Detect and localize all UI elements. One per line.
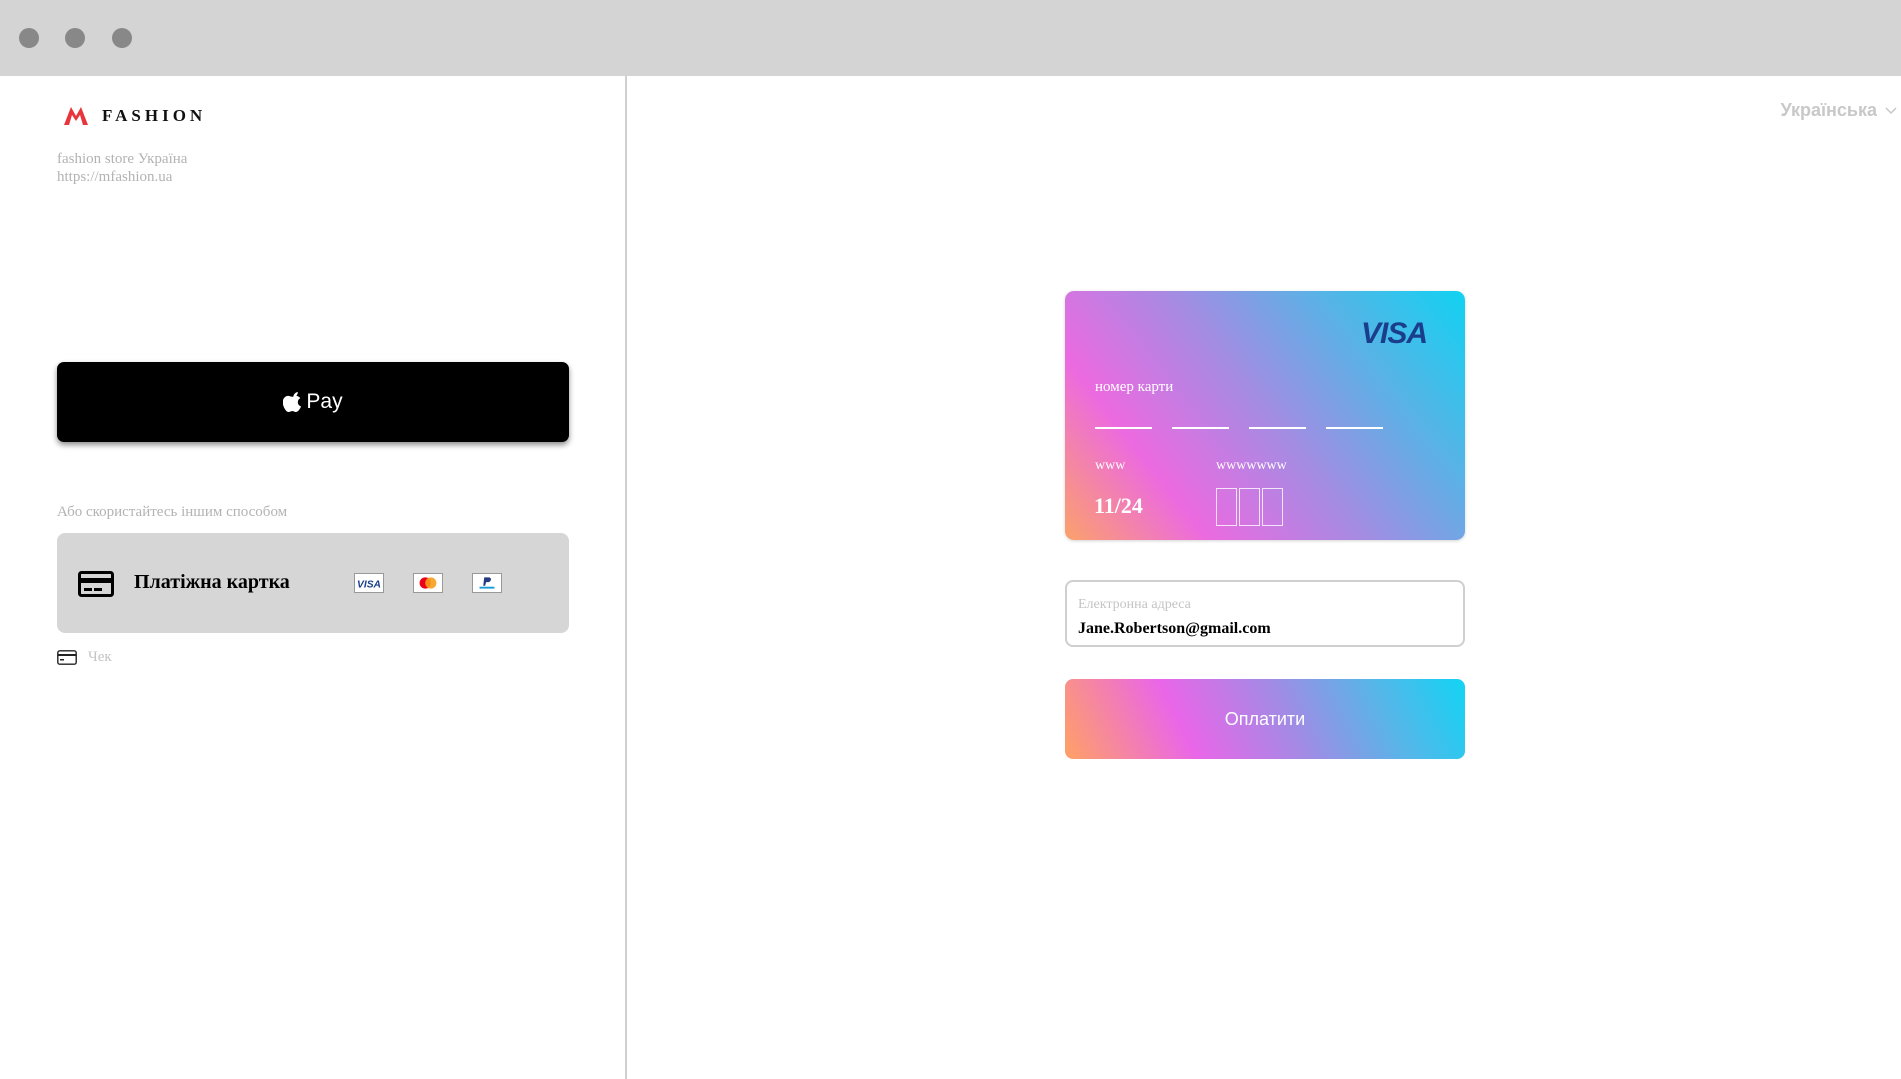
email-label: Електронна адреса bbox=[1078, 597, 1191, 612]
email-input[interactable] bbox=[1078, 620, 1448, 638]
store-url: https://mfashion.ua bbox=[57, 169, 173, 185]
cvv-digit-box[interactable] bbox=[1262, 488, 1283, 526]
apple-pay-label: Pay bbox=[306, 390, 343, 413]
expiry-value[interactable]: 11/24 bbox=[1094, 493, 1143, 519]
receipt-label: Чек bbox=[88, 649, 112, 665]
card-number-group[interactable] bbox=[1326, 427, 1383, 429]
email-field[interactable]: Електронна адреса bbox=[1065, 580, 1465, 647]
brand-logo-icon bbox=[64, 107, 88, 125]
credit-card-icon bbox=[78, 571, 114, 597]
card-number-group[interactable] bbox=[1172, 427, 1229, 429]
pay-button[interactable]: Оплатити bbox=[1065, 679, 1465, 759]
language-selected: Українська bbox=[1780, 100, 1877, 120]
visa-logo: VISA bbox=[1360, 317, 1428, 350]
cvv-digit-box[interactable] bbox=[1216, 488, 1237, 526]
payment-card-option[interactable]: Платіжна картка VISA bbox=[57, 533, 569, 633]
alternative-method-label: Або скористайтесь іншим способом bbox=[57, 504, 288, 520]
cvv-digit-box[interactable] bbox=[1239, 488, 1260, 526]
window-maximize-button[interactable] bbox=[112, 28, 132, 48]
apple-icon bbox=[283, 392, 302, 412]
pay-button-label: Оплатити bbox=[1224, 708, 1306, 729]
merchant-logo: FASHION bbox=[64, 104, 206, 128]
cvv-label: wwwwwww bbox=[1216, 458, 1287, 473]
window-titlebar bbox=[0, 0, 1901, 76]
card-number-label: номер карти bbox=[1095, 379, 1174, 395]
expiry-label: www bbox=[1095, 458, 1126, 473]
logo-text: FASHION bbox=[102, 106, 207, 125]
window-minimize-button[interactable] bbox=[65, 28, 85, 48]
chevron-down-icon bbox=[1885, 106, 1897, 114]
svg-text:VISA: VISA bbox=[357, 580, 381, 591]
mastercard-icon bbox=[413, 573, 443, 593]
store-name: fashion store Україна bbox=[57, 151, 188, 167]
payment-card-label: Платіжна картка bbox=[134, 571, 290, 593]
receipt-card-icon bbox=[57, 650, 77, 665]
payment-methods-panel: FASHION fashion store Україна https://mf… bbox=[0, 76, 627, 1079]
card-number-group[interactable] bbox=[1249, 427, 1306, 429]
receipt-option[interactable]: Чек bbox=[57, 649, 112, 666]
card-preview: VISA номер карти www 11/24 wwwwwww bbox=[1065, 291, 1465, 540]
window-close-button[interactable] bbox=[19, 28, 39, 48]
card-number-group[interactable] bbox=[1095, 427, 1152, 429]
visa-icon: VISA bbox=[354, 573, 384, 593]
language-selector[interactable]: Українська bbox=[1780, 100, 1897, 121]
paypal-icon bbox=[472, 573, 502, 593]
apple-pay-button[interactable]: Pay bbox=[57, 362, 569, 442]
